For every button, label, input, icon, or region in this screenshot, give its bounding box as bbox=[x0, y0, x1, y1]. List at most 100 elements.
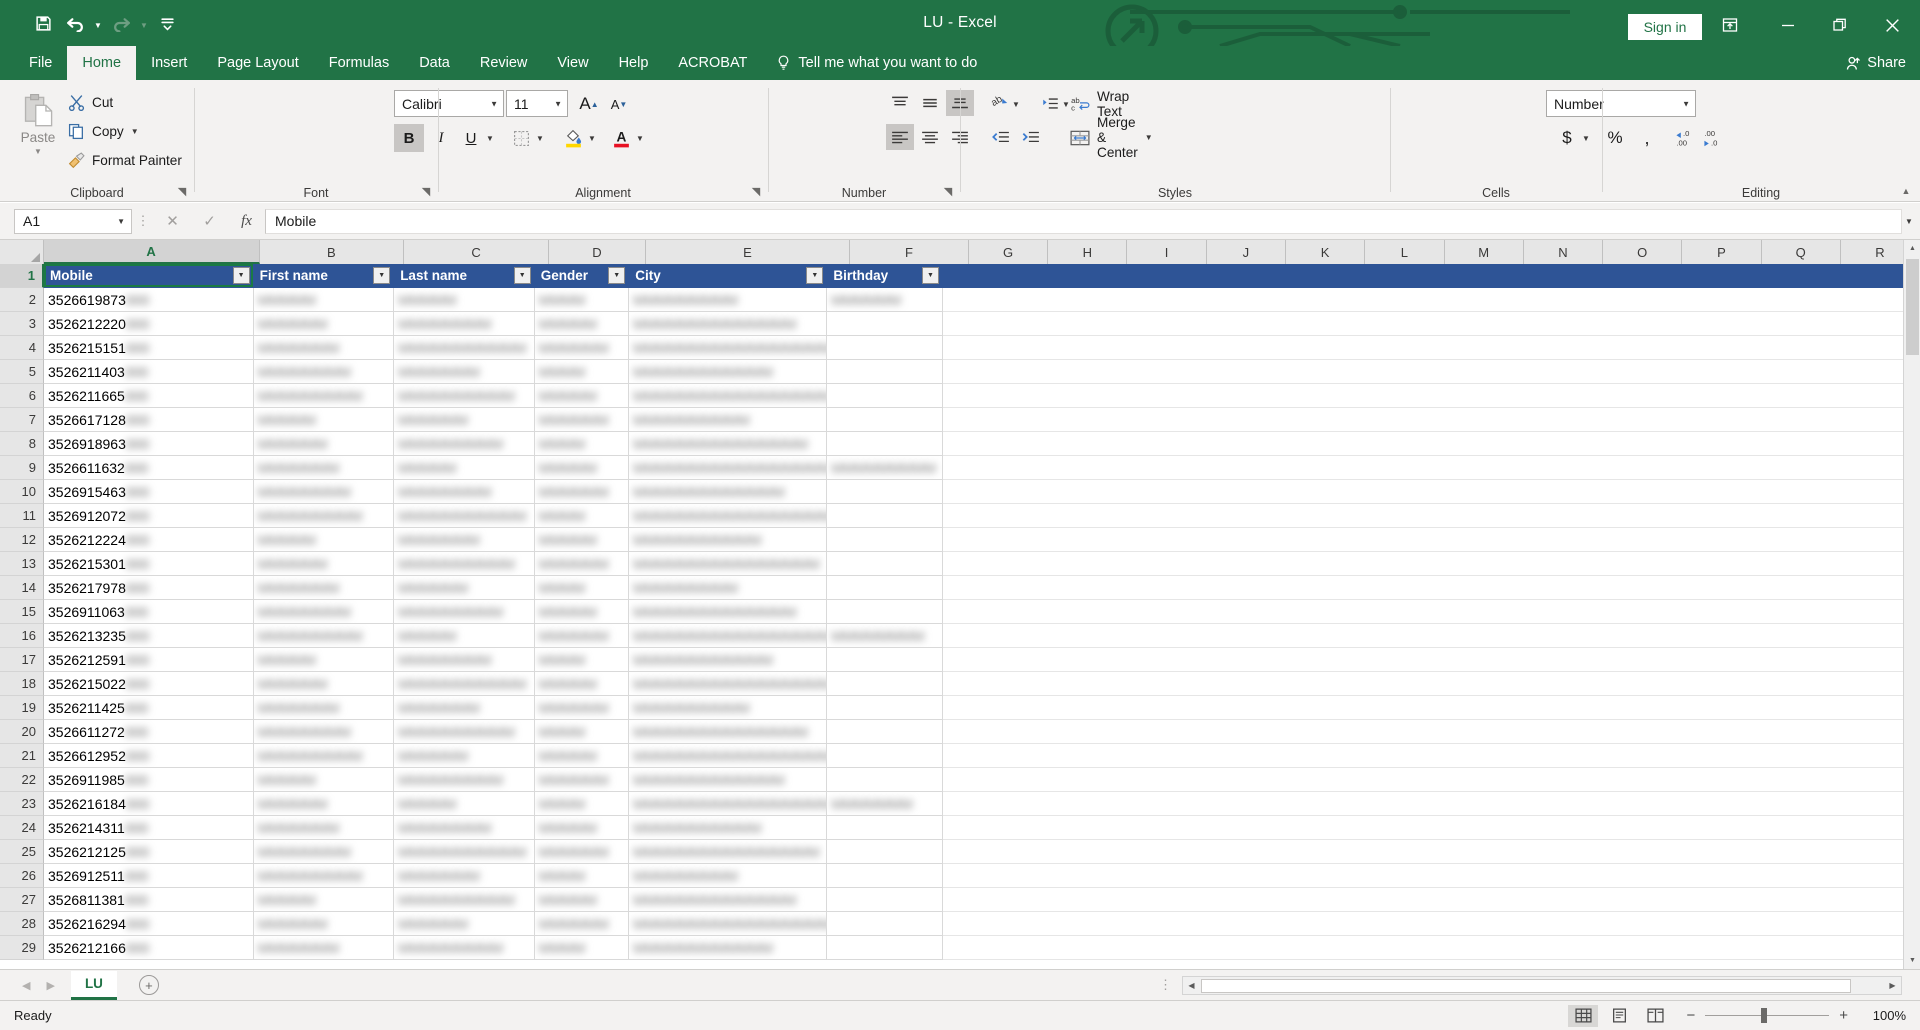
cell-empty[interactable] bbox=[942, 936, 1903, 960]
cell-gender[interactable]: MMMMMM bbox=[534, 696, 630, 720]
cell-last-name[interactable]: MMMMMMMMM bbox=[394, 936, 535, 960]
cell-birthday[interactable] bbox=[827, 744, 943, 768]
cell-mobile[interactable]: 3526612952 000 bbox=[44, 744, 254, 768]
cell-empty[interactable] bbox=[942, 504, 1903, 528]
column-header-k[interactable]: K bbox=[1285, 240, 1366, 264]
table-row[interactable]: 3526212224 000 MMMMM MMMMMMM MMMMM MMMMMMMMMM… bbox=[44, 528, 1903, 552]
cell-last-name[interactable]: MMMMMMMMM bbox=[394, 600, 535, 624]
cell-last-name[interactable]: MMMMM bbox=[394, 624, 535, 648]
cell-last-name[interactable]: MMMMMMMMMM bbox=[394, 384, 535, 408]
sheet-nav-arrows[interactable]: ◀ ▶ bbox=[22, 979, 55, 992]
tab-help[interactable]: Help bbox=[604, 46, 664, 80]
cell-last-name[interactable]: MMMMMMM bbox=[394, 360, 535, 384]
table-header-birthday[interactable]: Birthday ▼ bbox=[827, 264, 943, 288]
scroll-down-icon[interactable]: ▼ bbox=[1904, 952, 1920, 969]
cell-first-name[interactable]: MMMMMMMMM bbox=[253, 624, 395, 648]
cell-birthday[interactable] bbox=[827, 552, 943, 576]
cell-empty[interactable] bbox=[942, 576, 1903, 600]
number-dialog-launcher[interactable]: ◥ bbox=[941, 184, 955, 198]
cell-mobile[interactable]: 3526911063 000 bbox=[44, 600, 254, 624]
cell-first-name[interactable]: MMMMM bbox=[253, 888, 395, 912]
cell-empty[interactable] bbox=[942, 336, 1903, 360]
cell-mobile[interactable]: 3526217978 000 bbox=[44, 576, 254, 600]
restore-icon[interactable] bbox=[1818, 10, 1862, 40]
cell-mobile[interactable]: 3526212591 000 bbox=[44, 648, 254, 672]
cell-city[interactable]: MMMMMMMMMMMMMMMMMMM bbox=[629, 336, 828, 360]
row-header-21[interactable]: 21 bbox=[0, 744, 44, 768]
row-header-8[interactable]: 8 bbox=[0, 432, 44, 456]
cell-city[interactable]: MMMMMMMMMMMMMMMMMMMM bbox=[629, 744, 828, 768]
scroll-up-icon[interactable]: ▲ bbox=[1904, 240, 1920, 257]
column-header-g[interactable]: G bbox=[968, 240, 1049, 264]
cell-last-name[interactable]: MMMMMMMMM bbox=[394, 768, 535, 792]
tab-home[interactable]: Home bbox=[67, 46, 137, 80]
cell-first-name[interactable]: MMMMMMMM bbox=[253, 360, 395, 384]
cell-mobile[interactable]: 3526212224 000 bbox=[44, 528, 254, 552]
cell-mobile[interactable]: 3526211425 000 bbox=[44, 696, 254, 720]
clipboard-dialog-launcher[interactable]: ◥ bbox=[175, 184, 189, 198]
cell-mobile[interactable]: 3526212166 000 bbox=[44, 936, 254, 960]
cell-birthday[interactable] bbox=[827, 312, 943, 336]
row-header-11[interactable]: 11 bbox=[0, 504, 44, 528]
cell-city[interactable]: MMMMMMMMM bbox=[629, 288, 828, 312]
row-header-7[interactable]: 7 bbox=[0, 408, 44, 432]
zoom-control[interactable]: − + bbox=[1686, 1007, 1848, 1024]
cell-first-name[interactable]: MMMMMMMM bbox=[253, 480, 395, 504]
cell-empty[interactable] bbox=[942, 648, 1903, 672]
cell-empty[interactable] bbox=[942, 840, 1903, 864]
cell-city[interactable]: MMMMMMMMMM bbox=[629, 696, 828, 720]
cell-empty[interactable] bbox=[942, 384, 1903, 408]
cell-last-name[interactable]: MMMMM bbox=[394, 792, 535, 816]
cell-last-name[interactable]: MMMMMMM bbox=[394, 696, 535, 720]
cell-empty[interactable] bbox=[942, 480, 1903, 504]
row-header-1[interactable]: 1 bbox=[0, 264, 44, 288]
cell-first-name[interactable]: MMMMM bbox=[253, 648, 395, 672]
column-header-d[interactable]: D bbox=[548, 240, 646, 264]
cell-gender[interactable]: MMMMMM bbox=[534, 552, 630, 576]
cell-birthday[interactable]: MMMMMMM bbox=[827, 792, 943, 816]
cell-first-name[interactable]: MMMMMMM bbox=[253, 696, 395, 720]
cell-city[interactable]: MMMMMMMMMMMMMMMMMMMM bbox=[629, 456, 828, 480]
font-dialog-launcher[interactable]: ◥ bbox=[419, 184, 433, 198]
table-header-last-name[interactable]: Last name ▼ bbox=[394, 264, 535, 288]
horizontal-scroll-thumb[interactable] bbox=[1201, 978, 1851, 993]
cell-mobile[interactable]: 3526811381 000 bbox=[44, 888, 254, 912]
cell-last-name[interactable]: MMMMMMMMMMM bbox=[394, 672, 535, 696]
column-header-o[interactable]: O bbox=[1603, 240, 1683, 264]
cell-birthday[interactable] bbox=[827, 480, 943, 504]
cell-empty[interactable] bbox=[942, 792, 1903, 816]
cell-city[interactable]: MMMMMMMMMMMMMMM bbox=[629, 432, 828, 456]
table-row[interactable]: 3526617128 000 MMMMM MMMMMM MMMMMM MMMMMMMMMM bbox=[44, 408, 1903, 432]
table-header-mobile[interactable]: Mobile ▼ bbox=[44, 264, 254, 288]
cell-birthday[interactable] bbox=[827, 648, 943, 672]
tab-insert[interactable]: Insert bbox=[136, 46, 202, 80]
row-header-3[interactable]: 3 bbox=[0, 312, 44, 336]
filter-dropdown-mobile[interactable]: ▼ bbox=[232, 267, 250, 284]
cell-birthday[interactable]: MMMMMMMMM bbox=[827, 456, 943, 480]
table-row[interactable]: 3526211665 000 MMMMMMMMM MMMMMMMMMM MMMMM MMM… bbox=[44, 384, 1903, 408]
tab-acrobat[interactable]: ACROBAT bbox=[663, 46, 762, 80]
cell-empty[interactable] bbox=[942, 864, 1903, 888]
cell-mobile[interactable]: 3526915463 000 bbox=[44, 480, 254, 504]
cell-birthday[interactable] bbox=[827, 336, 943, 360]
column-header-j[interactable]: J bbox=[1206, 240, 1286, 264]
cell-city[interactable]: MMMMMMMMMMMMMM bbox=[629, 312, 828, 336]
cell-first-name[interactable]: MMMMMMMMM bbox=[253, 864, 395, 888]
cell-last-name[interactable]: MMMMMMMMMM bbox=[394, 888, 535, 912]
cell-first-name[interactable]: MMMMM bbox=[253, 528, 395, 552]
cell-last-name[interactable]: MMMMMMMM bbox=[394, 480, 535, 504]
cell-area[interactable]: Mobile ▼ First name ▼ Last name ▼ Gender… bbox=[44, 264, 1903, 969]
expand-formula-bar-icon[interactable]: ▼ bbox=[1902, 209, 1916, 234]
cell-city[interactable]: MMMMMMMMMMMM bbox=[629, 936, 828, 960]
cell-birthday[interactable] bbox=[827, 696, 943, 720]
row-header-17[interactable]: 17 bbox=[0, 648, 44, 672]
cell-city[interactable]: MMMMMMMMMMMMMMMM bbox=[629, 552, 828, 576]
cell-mobile[interactable]: 3526213235 000 bbox=[44, 624, 254, 648]
cell-mobile[interactable]: 3526912072 000 bbox=[44, 504, 254, 528]
row-header-10[interactable]: 10 bbox=[0, 480, 44, 504]
cell-first-name[interactable]: MMMMMMMM bbox=[253, 600, 395, 624]
close-icon[interactable] bbox=[1870, 10, 1914, 40]
cell-city[interactable]: MMMMMMMMMMMMMMM bbox=[629, 720, 828, 744]
normal-view-icon[interactable] bbox=[1568, 1004, 1599, 1027]
tab-page-layout[interactable]: Page Layout bbox=[202, 46, 313, 80]
